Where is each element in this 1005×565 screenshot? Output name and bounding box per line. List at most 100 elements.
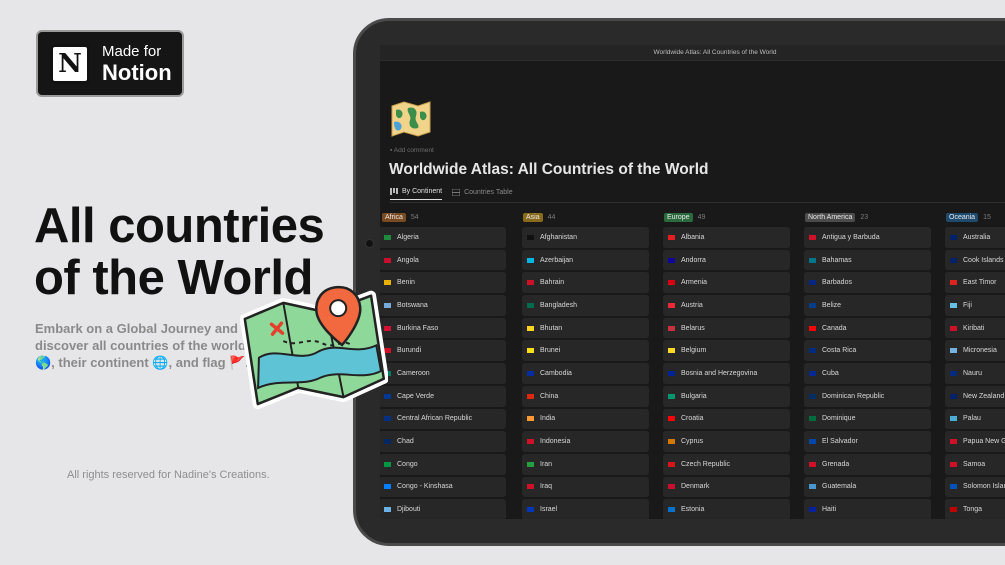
country-card[interactable]: Barbados [804, 272, 931, 294]
country-card[interactable]: Estonia [663, 499, 790, 519]
country-card[interactable]: Bangladesh [522, 295, 649, 316]
country-card[interactable]: India [522, 408, 649, 430]
country-card[interactable]: Belgium [663, 340, 790, 362]
country-card[interactable]: Antigua y Barbuda [804, 227, 931, 248]
country-card[interactable]: Bhutan [522, 317, 649, 339]
country-card[interactable]: Brunei [522, 340, 649, 362]
country-name: Austria [681, 301, 703, 309]
country-card[interactable]: Azerbaijan [522, 249, 649, 271]
board-column-africa: Africa 54 Algeria Angola Benin Botswana Burkin… [380, 207, 521, 519]
country-card[interactable]: Afghanistan [522, 227, 649, 248]
country-card[interactable]: Costa Rica [804, 340, 931, 362]
country-card[interactable]: Andorra [663, 249, 790, 271]
country-card[interactable]: Solomon Islands [945, 476, 1005, 498]
country-card[interactable]: Chad [380, 431, 506, 452]
column-tag: Africa [382, 212, 406, 222]
country-card[interactable]: Nauru [945, 363, 1005, 384]
country-card[interactable]: Kiribati [945, 317, 1005, 339]
country-card[interactable]: Benin [380, 272, 506, 294]
country-card[interactable]: Cape Verde [380, 385, 506, 407]
country-card[interactable]: Cook Islands [945, 249, 1005, 271]
country-card[interactable]: East Timor [945, 272, 1005, 294]
country-card[interactable]: Cyprus [663, 431, 790, 452]
country-card[interactable]: Iraq [522, 476, 649, 498]
country-card[interactable]: Bahamas [804, 249, 931, 271]
column-header[interactable]: Africa 54 [381, 207, 521, 227]
column-count: 23 [860, 213, 869, 221]
country-card[interactable]: Bosnia and Herzegovina [663, 363, 790, 384]
country-card[interactable]: Austria [663, 295, 790, 316]
country-name: Cyprus [681, 438, 704, 446]
country-card[interactable]: Haiti [804, 499, 931, 519]
country-card[interactable]: Bahrain [522, 272, 649, 294]
flag-icon [809, 302, 816, 308]
country-card[interactable]: Algeria [380, 227, 506, 248]
country-card[interactable]: Canada [804, 317, 931, 339]
country-name: Bahamas [822, 256, 852, 264]
country-card[interactable]: Samoa [945, 453, 1005, 475]
country-card[interactable]: Bulgaria [663, 385, 790, 407]
country-card[interactable]: Burkina Faso [380, 317, 506, 339]
table-icon [452, 188, 461, 196]
country-card[interactable]: Denmark [663, 476, 790, 498]
country-card[interactable]: Palau [945, 408, 1005, 430]
country-name: Grenada [822, 460, 850, 468]
flag-icon [668, 325, 675, 331]
country-card[interactable]: Croatia [663, 408, 790, 430]
flag-icon [527, 416, 534, 422]
country-card[interactable]: El Salvador [804, 431, 931, 452]
country-card[interactable]: Burundi [380, 340, 506, 362]
country-card[interactable]: Micronesia [945, 340, 1005, 362]
country-card[interactable]: Djibouti [380, 499, 506, 519]
flag-icon [950, 370, 957, 376]
country-card[interactable]: Congo [380, 453, 506, 475]
world-map-icon[interactable] [390, 100, 432, 138]
column-header[interactable]: Asia 44 [522, 207, 662, 227]
flag-icon [809, 393, 816, 399]
country-card[interactable]: Congo - Kinshasa [380, 476, 506, 498]
country-card[interactable]: Belize [804, 295, 931, 316]
country-card[interactable]: Papua New Guinea [945, 431, 1005, 452]
country-name: Belgium [681, 347, 707, 355]
country-card[interactable]: Belarus [663, 317, 790, 339]
country-card[interactable]: Czech Republic [663, 453, 790, 475]
flag-icon [527, 484, 534, 490]
column-header[interactable]: Europe 49 [663, 207, 803, 227]
country-card[interactable]: Armenia [663, 272, 790, 294]
country-card[interactable]: Indonesia [522, 431, 649, 452]
column-header[interactable]: Oceania 15 [945, 207, 1005, 227]
flag-icon [668, 484, 675, 490]
country-card[interactable]: Botswana [380, 295, 506, 316]
country-card[interactable]: Cameroon [380, 363, 506, 384]
country-card[interactable]: Dominican Republic [804, 385, 931, 407]
country-card[interactable]: Iran [522, 453, 649, 475]
country-name: Solomon Islands [963, 483, 1005, 491]
country-name: Nauru [963, 369, 983, 377]
country-card[interactable]: Australia [945, 227, 1005, 248]
copyright-notice: All rights reserved for Nadine's Creatio… [67, 469, 270, 481]
country-card[interactable]: Israel [522, 499, 649, 519]
flag-icon [384, 461, 391, 467]
country-card[interactable]: Cuba [804, 363, 931, 384]
country-card[interactable]: Central African Republic [380, 408, 506, 430]
country-card[interactable]: Tonga [945, 499, 1005, 519]
flag-icon [668, 348, 675, 354]
country-card[interactable]: Fiji [945, 295, 1005, 316]
country-card[interactable]: Albania [663, 227, 790, 248]
country-name: Cape Verde [397, 392, 434, 400]
flag-icon [809, 280, 816, 286]
country-card[interactable]: China [522, 385, 649, 407]
country-name: El Salvador [822, 438, 858, 446]
country-card[interactable]: Angola [380, 249, 506, 271]
country-name: Cook Islands [963, 256, 1004, 264]
column-header[interactable]: North America 23 [804, 207, 944, 227]
tab-by-continent[interactable]: By Continent [390, 188, 443, 200]
flag-icon [384, 257, 391, 263]
add-comment-link[interactable]: ▪ Add comment [390, 147, 434, 154]
country-card[interactable]: Grenada [804, 453, 931, 475]
country-card[interactable]: Cambodia [522, 363, 649, 384]
country-card[interactable]: Guatemala [804, 476, 931, 498]
country-card[interactable]: New Zealand [945, 385, 1005, 407]
tab-countries-table[interactable]: Countries Table [452, 188, 513, 200]
country-card[interactable]: Dominique [804, 408, 931, 430]
